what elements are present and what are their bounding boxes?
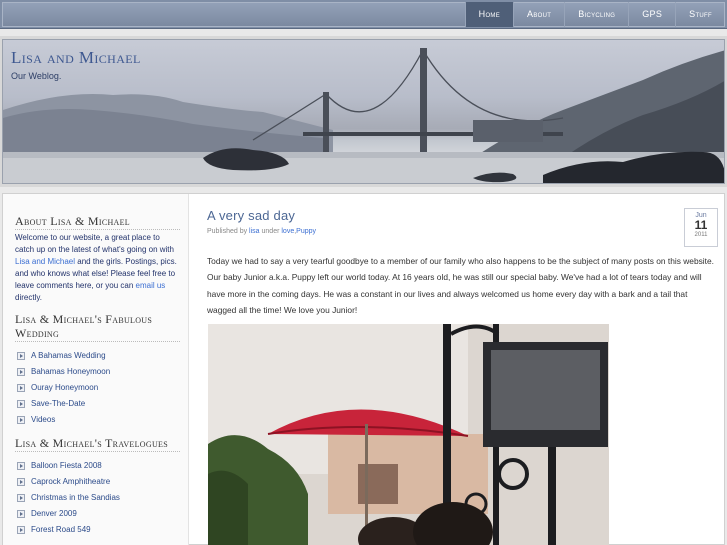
header-banner-image: Lisa and Michael Our Weblog. xyxy=(2,39,725,184)
nav-about[interactable]: About xyxy=(513,2,564,27)
about-heading: About Lisa & Michael xyxy=(15,214,180,230)
bullet-icon xyxy=(17,400,25,408)
bullet-icon xyxy=(17,494,25,502)
bullet-icon xyxy=(17,368,25,376)
nav-stuff[interactable]: Stuff xyxy=(675,2,725,27)
travelogues-list: Balloon Fiesta 2008 Caprock Amphitheatre… xyxy=(15,458,180,538)
date-year: 2011 xyxy=(694,232,708,238)
tag-link[interactable]: Puppy xyxy=(296,228,316,235)
list-item[interactable]: Forest Road 549 xyxy=(15,522,180,538)
list-item[interactable]: Ouray Honeymoon xyxy=(15,380,180,396)
bullet-icon xyxy=(17,384,25,392)
email-us-link[interactable]: email us xyxy=(136,281,166,290)
wedding-list: A Bahamas Wedding Bahamas Honeymoon Oura… xyxy=(15,348,180,428)
list-item[interactable]: Bahamas Honeymoon xyxy=(15,364,180,380)
bullet-icon xyxy=(17,416,25,424)
post-meta: Published by lisa under love,Puppy xyxy=(207,228,317,235)
main-nav: Home About Bicycling GPS Stuff xyxy=(464,2,725,27)
bullet-icon xyxy=(17,510,25,518)
post-photo[interactable] xyxy=(208,324,609,545)
about-text: Welcome to our website, a great place to… xyxy=(15,233,177,302)
travelogues-heading: Lisa & Michael's Travelogues xyxy=(15,436,180,452)
list-item[interactable]: A Bahamas Wedding xyxy=(15,348,180,364)
sidebar: About Lisa & Michael Welcome to our webs… xyxy=(3,194,189,545)
site-tagline: Our Weblog. xyxy=(11,71,62,81)
list-item[interactable]: Caprock Amphitheatre xyxy=(15,474,180,490)
nav-gps[interactable]: GPS xyxy=(628,2,675,27)
nav-home[interactable]: Home xyxy=(464,2,514,27)
top-nav-bar: Home About Bicycling GPS Stuff xyxy=(0,0,727,29)
list-item[interactable]: Save-The-Date xyxy=(15,396,180,412)
page-content: About Lisa & Michael Welcome to our webs… xyxy=(2,193,725,545)
bullet-icon xyxy=(17,478,25,486)
header: Lisa and Michael Our Weblog. xyxy=(0,36,727,187)
wedding-heading: Lisa & Michael's Fabulous Wedding xyxy=(15,312,180,342)
lisa-and-michael-link[interactable]: Lisa and Michael xyxy=(15,257,75,266)
post-date-badge: Jun 11 2011 xyxy=(684,208,718,247)
list-item[interactable]: Christmas in the Sandias xyxy=(15,490,180,506)
puppy-photo-image xyxy=(208,324,609,545)
post-body: Today we had to say a very tearful goodb… xyxy=(207,256,714,315)
post-title[interactable]: A very sad day xyxy=(207,208,726,223)
list-item[interactable]: Denver 2009 xyxy=(15,506,180,522)
category-link[interactable]: love xyxy=(281,228,294,235)
date-day: 11 xyxy=(694,218,708,232)
list-item[interactable]: Videos xyxy=(15,412,180,428)
site-title[interactable]: Lisa and Michael xyxy=(11,48,141,68)
list-item[interactable]: Balloon Fiesta 2008 xyxy=(15,458,180,474)
bullet-icon xyxy=(17,526,25,534)
bullet-icon xyxy=(17,462,25,470)
nav-bicycling[interactable]: Bicycling xyxy=(564,2,628,27)
author-link[interactable]: lisa xyxy=(249,228,260,235)
bullet-icon xyxy=(17,352,25,360)
